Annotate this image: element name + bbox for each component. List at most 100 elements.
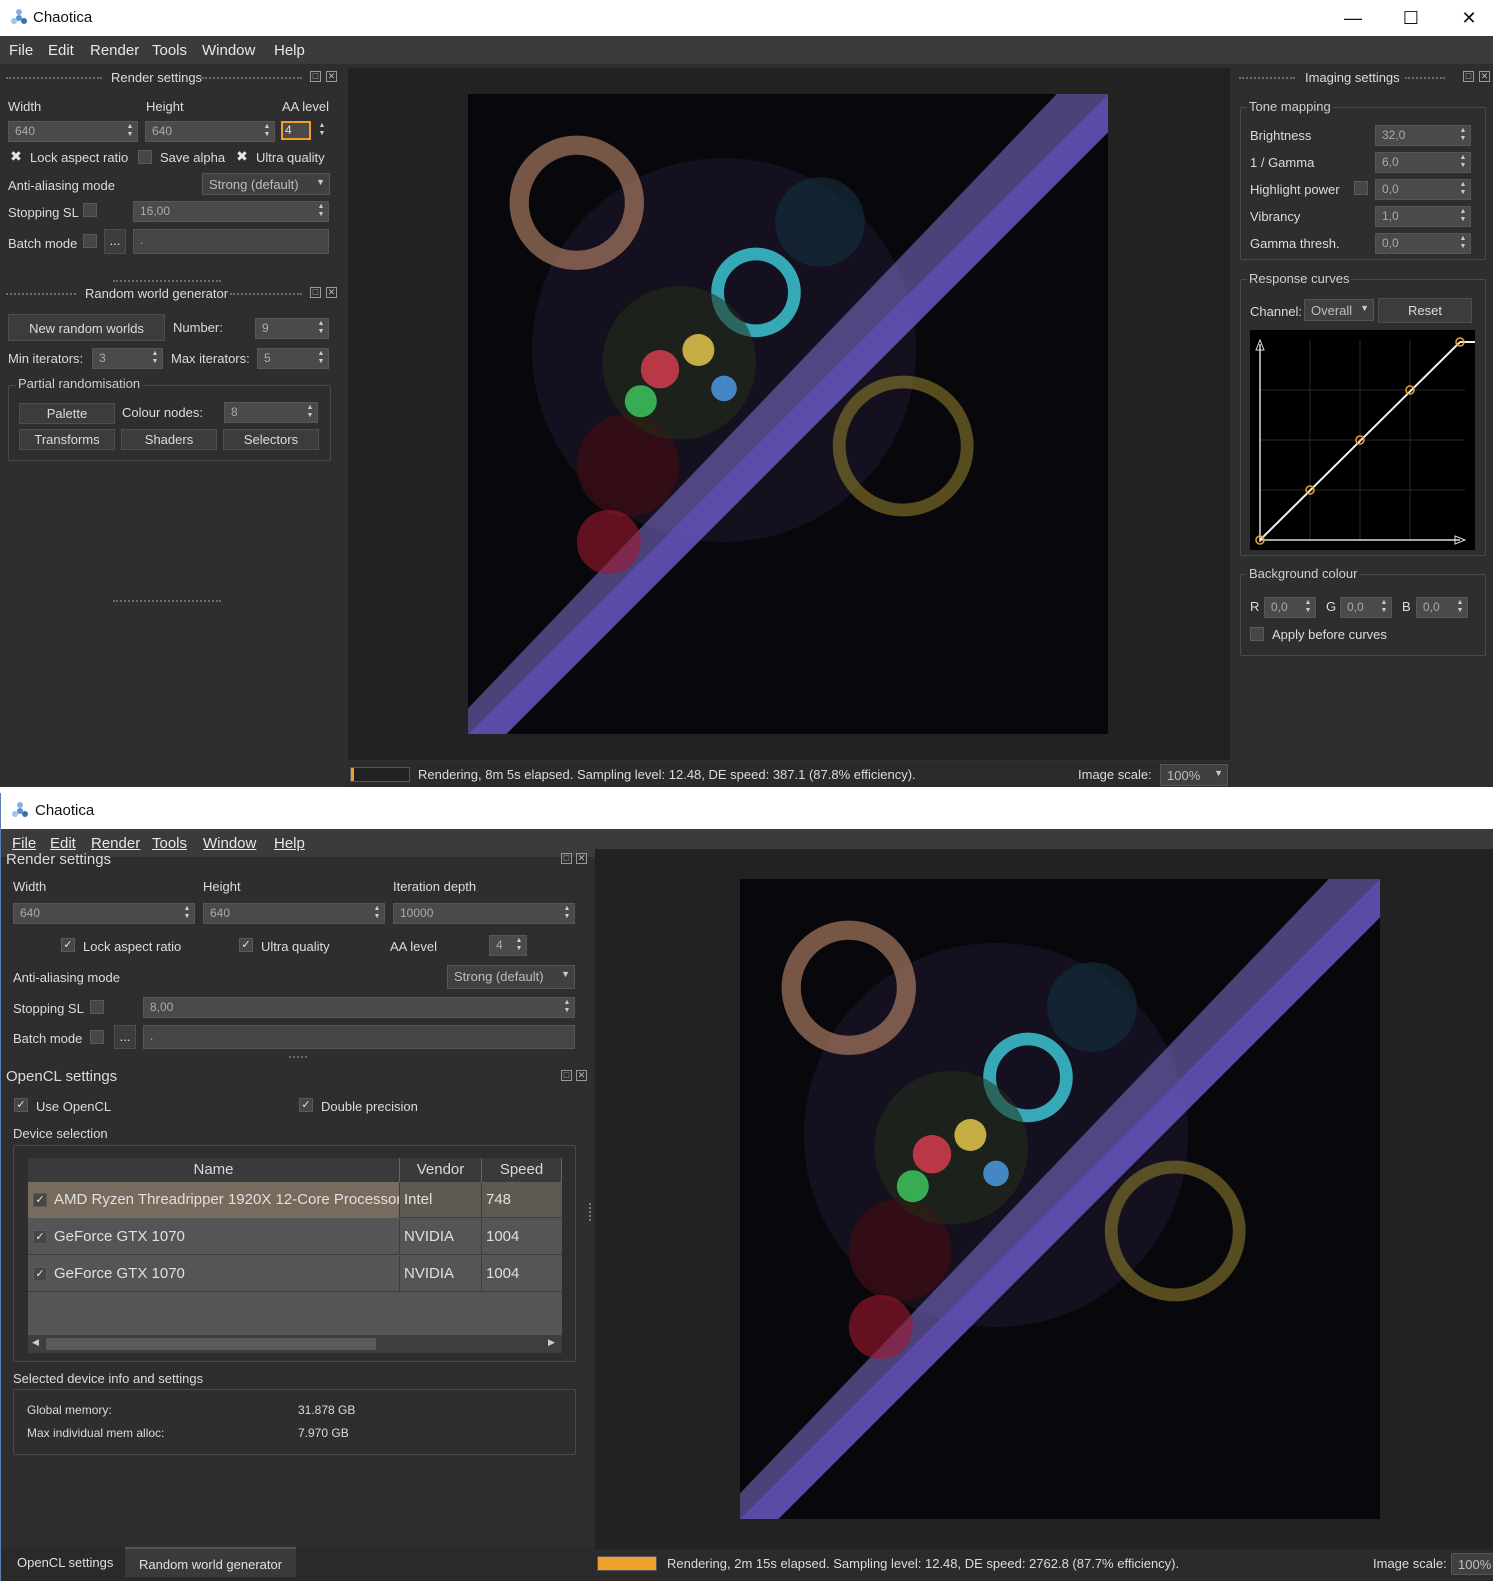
gamma-thresh-input[interactable]: 0,0 ▲ ▼ [1375, 233, 1471, 254]
bg-b-input[interactable]: 0,0 ▲ ▼ [1416, 597, 1468, 618]
tab-opencl-settings[interactable]: OpenCL settings [3, 1547, 128, 1577]
image-scale-select[interactable]: 100% ▼ [1160, 764, 1228, 786]
spin-arrows-icon[interactable]: ▲ ▼ [1458, 208, 1468, 224]
spin-arrows-icon[interactable]: ▲ ▼ [1303, 599, 1313, 615]
spin-arrows-icon[interactable]: ▲ ▼ [1458, 127, 1468, 143]
column-header-speed[interactable]: Speed [482, 1158, 562, 1182]
float-panel-icon[interactable]: □ [561, 853, 572, 864]
spin-arrows-icon[interactable]: ▲ ▼ [562, 999, 572, 1015]
spin-arrows-icon[interactable]: ▲ ▼ [1455, 599, 1465, 615]
spin-arrows-icon[interactable]: ▲ ▼ [317, 122, 327, 138]
width-input[interactable]: 640 ▲ ▼ [8, 121, 138, 142]
render-viewport[interactable] [348, 68, 1230, 760]
table-row[interactable]: AMD Ryzen Threadripper 1920X 12-Core Pro… [28, 1182, 562, 1218]
apply-before-curves-checkbox[interactable] [1250, 627, 1264, 641]
batch-mode-checkbox[interactable] [83, 234, 97, 248]
close-panel-icon[interactable]: ✕ [1479, 71, 1490, 82]
response-curve-editor[interactable] [1250, 330, 1475, 550]
spin-arrows-icon[interactable]: ▲ ▼ [1458, 181, 1468, 197]
height-input[interactable]: 640 ▲ ▼ [145, 121, 275, 142]
menu-file[interactable]: File [9, 42, 33, 59]
scroll-left-icon[interactable]: ◀ [32, 1337, 39, 1348]
menu-file[interactable]: File [12, 835, 36, 852]
device-checkbox[interactable]: ✓ [33, 1267, 47, 1281]
maximize-icon[interactable]: ☐ [1382, 0, 1440, 36]
menu-render[interactable]: Render [90, 42, 139, 59]
aa-level-input[interactable]: 4 ▲ ▼ [281, 121, 329, 142]
aa-mode-select[interactable]: Strong (default) ▼ [202, 173, 330, 195]
scroll-right-icon[interactable]: ▶ [548, 1337, 555, 1348]
device-checkbox[interactable]: ✓ [33, 1230, 47, 1244]
colour-nodes-input[interactable]: 8 ▲ ▼ [224, 402, 318, 423]
close-panel-icon[interactable]: ✕ [576, 853, 587, 864]
vibrancy-input[interactable]: 1,0 ▲ ▼ [1375, 206, 1471, 227]
gamma-input[interactable]: 6,0 ▲ ▼ [1375, 152, 1471, 173]
scrollbar-thumb[interactable] [46, 1338, 376, 1350]
aa-level-input[interactable]: 4 ▲ ▼ [489, 935, 527, 956]
column-header-name[interactable]: Name [28, 1158, 400, 1182]
stopping-sl-checkbox[interactable] [83, 203, 97, 217]
menu-render[interactable]: Render [91, 835, 140, 852]
column-header-vendor[interactable]: Vendor [400, 1158, 482, 1182]
render-viewport[interactable] [595, 849, 1493, 1549]
batch-mode-checkbox[interactable] [90, 1030, 104, 1044]
spin-arrows-icon[interactable]: ▲ ▼ [514, 937, 524, 953]
splitter-handle[interactable] [289, 1056, 307, 1060]
spin-arrows-icon[interactable]: ▲ ▼ [125, 123, 135, 139]
float-panel-icon[interactable]: □ [1463, 71, 1474, 82]
spin-arrows-icon[interactable]: ▲ ▼ [562, 905, 572, 921]
close-panel-icon[interactable]: ✕ [576, 1070, 587, 1081]
stopping-sl-checkbox[interactable] [90, 1000, 104, 1014]
min-iterators-input[interactable]: 3 ▲ ▼ [92, 348, 163, 369]
spin-arrows-icon[interactable]: ▲ ▼ [262, 123, 272, 139]
spin-arrows-icon[interactable]: ▲ ▼ [1458, 235, 1468, 251]
table-row[interactable]: GeForce GTX 1070 ✓ NVIDIA 1004 [28, 1219, 562, 1255]
batch-browse-button[interactable]: ... [114, 1025, 136, 1049]
brightness-input[interactable]: 32,0 ▲ ▼ [1375, 125, 1471, 146]
batch-path-input[interactable]: . [133, 229, 329, 254]
new-random-worlds-button[interactable]: New random worlds [8, 314, 165, 341]
bg-r-input[interactable]: 0,0 ▲ ▼ [1264, 597, 1316, 618]
spin-arrows-icon[interactable]: ▲ ▼ [372, 905, 382, 921]
menu-tools[interactable]: Tools [152, 42, 187, 59]
ultra-quality-checkbox[interactable]: ✖ [235, 149, 249, 164]
close-panel-icon[interactable]: ✕ [326, 287, 337, 298]
tab-random-world-generator[interactable]: Random world generator [125, 1547, 297, 1577]
width-input[interactable]: 640 ▲ ▼ [13, 903, 195, 924]
stopping-sl-input[interactable]: 16,00 ▲ ▼ [133, 201, 329, 222]
horizontal-scrollbar[interactable]: ◀ ▶ [28, 1335, 562, 1353]
aa-mode-select[interactable]: Strong (default) ▼ [447, 965, 575, 989]
channel-select[interactable]: Overall ▼ [1304, 299, 1374, 321]
menu-edit[interactable]: Edit [50, 835, 76, 852]
stopping-sl-input[interactable]: 8,00 ▲ ▼ [143, 997, 575, 1018]
transforms-button[interactable]: Transforms [19, 429, 115, 450]
spin-arrows-icon[interactable]: ▲ ▼ [305, 404, 315, 420]
spin-arrows-icon[interactable]: ▲ ▼ [316, 320, 326, 336]
float-panel-icon[interactable]: □ [310, 287, 321, 298]
highlight-power-input[interactable]: 0,0 ▲ ▼ [1375, 179, 1471, 200]
spin-arrows-icon[interactable]: ▲ ▼ [1379, 599, 1389, 615]
menu-window[interactable]: Window [203, 835, 256, 852]
menu-tools[interactable]: Tools [152, 835, 187, 852]
menu-edit[interactable]: Edit [48, 42, 74, 59]
float-panel-icon[interactable]: □ [561, 1070, 572, 1081]
menu-help[interactable]: Help [274, 42, 305, 59]
number-input[interactable]: 9 ▲ ▼ [255, 318, 329, 339]
palette-button[interactable]: Palette [19, 403, 115, 424]
batch-path-input[interactable]: . [143, 1025, 575, 1049]
close-icon[interactable]: ✕ [1440, 0, 1493, 36]
spin-arrows-icon[interactable]: ▲ ▼ [150, 350, 160, 366]
batch-browse-button[interactable]: ... [104, 229, 126, 254]
highlight-power-checkbox[interactable] [1354, 181, 1368, 195]
image-scale-select[interactable]: 100% [1451, 1553, 1493, 1575]
bg-g-input[interactable]: 0,0 ▲ ▼ [1340, 597, 1392, 618]
height-input[interactable]: 640 ▲ ▼ [203, 903, 385, 924]
table-row[interactable]: GeForce GTX 1070 ✓ NVIDIA 1004 [28, 1256, 562, 1292]
lock-aspect-checkbox[interactable]: ✓ [61, 938, 75, 952]
save-alpha-checkbox[interactable] [138, 150, 152, 164]
device-checkbox[interactable]: ✓ [33, 1193, 47, 1207]
splitter-handle[interactable] [589, 1203, 592, 1221]
lock-aspect-checkbox[interactable]: ✖ [9, 149, 23, 164]
spin-arrows-icon[interactable]: ▲ ▼ [1458, 154, 1468, 170]
spin-arrows-icon[interactable]: ▲ ▼ [316, 350, 326, 366]
